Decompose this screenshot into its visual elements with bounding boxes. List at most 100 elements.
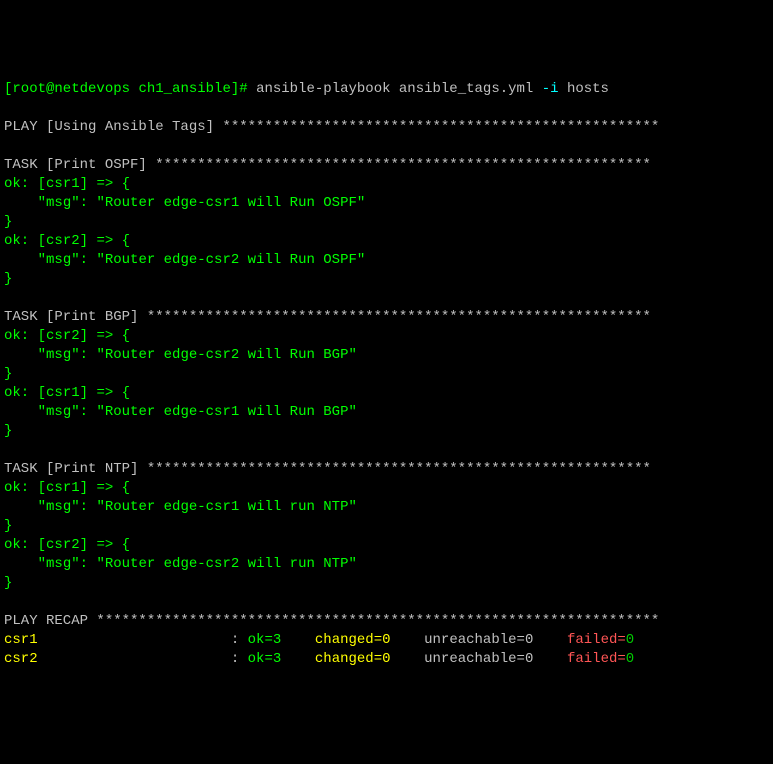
msg-quote-close: " [357, 195, 365, 211]
prompt-close: ]# [231, 81, 248, 97]
ok-host-close: ] [80, 233, 88, 249]
recap-failed-val: 0 [626, 651, 634, 667]
ok-host-close: ] [80, 176, 88, 192]
ok-host: [ [38, 480, 46, 496]
msg-value: Router edge-csr2 will run NTP [105, 556, 349, 572]
msg-quote-close: " [348, 347, 356, 363]
terminal-output: [root@netdevops ch1_ansible]# ansible-pl… [4, 80, 769, 669]
recap-ok-val: 3 [273, 651, 281, 667]
host-name: csr2 [46, 537, 80, 553]
arrow: => [96, 233, 113, 249]
ok-host: [ [38, 328, 46, 344]
msg-value: Router edge-csr1 will Run OSPF [105, 195, 357, 211]
ok-host-close: ] [80, 328, 88, 344]
task-header-ntp: TASK [Print NTP] [4, 461, 138, 477]
recap-host: csr2 [4, 651, 38, 667]
task-stars: ****************************************… [155, 157, 651, 173]
task-header-ospf: TASK [Print OSPF] [4, 157, 147, 173]
recap-changed-val: 0 [382, 651, 390, 667]
close-brace: } [4, 423, 12, 439]
open-brace: { [122, 480, 130, 496]
msg-key: "msg": [38, 499, 88, 515]
command-text: ansible-playbook ansible_tags.yml [256, 81, 533, 97]
recap-unreach-val: 0 [525, 632, 533, 648]
recap-stars: ****************************************… [96, 613, 659, 629]
task-stars: ****************************************… [147, 461, 651, 477]
msg-key: "msg": [38, 195, 88, 211]
msg-quote: " [96, 195, 104, 211]
recap-label: PLAY RECAP [4, 613, 88, 629]
host-name: csr1 [46, 480, 80, 496]
close-brace: } [4, 518, 12, 534]
ok-host-close: ] [80, 385, 88, 401]
ok-host: [ [38, 385, 46, 401]
task-stars: ****************************************… [147, 309, 651, 325]
ok-host: [ [38, 233, 46, 249]
msg-quote-close: " [348, 499, 356, 515]
msg-key: "msg": [38, 404, 88, 420]
arrow: => [96, 385, 113, 401]
ok-host-close: ] [80, 480, 88, 496]
msg-quote-close: " [348, 404, 356, 420]
close-brace: } [4, 271, 12, 287]
recap-changed-label: changed= [315, 632, 382, 648]
open-brace: { [122, 233, 130, 249]
open-brace: { [122, 385, 130, 401]
recap-unreach-label: unreachable= [424, 632, 525, 648]
msg-quote: " [96, 347, 104, 363]
recap-ok-val: 3 [273, 632, 281, 648]
recap-failed-label: failed= [567, 651, 626, 667]
ok-prefix: ok: [4, 385, 29, 401]
ok-prefix: ok: [4, 537, 29, 553]
play-stars: ****************************************… [222, 119, 659, 135]
msg-quote-close: " [357, 252, 365, 268]
command-arg: hosts [567, 81, 609, 97]
close-brace: } [4, 575, 12, 591]
recap-failed-label: failed= [567, 632, 626, 648]
recap-ok-label: ok= [248, 651, 273, 667]
host-name: csr2 [46, 328, 80, 344]
msg-quote: " [96, 404, 104, 420]
command-flag: -i [542, 81, 559, 97]
recap-changed-label: changed= [315, 651, 382, 667]
recap-failed-val: 0 [626, 632, 634, 648]
ok-prefix: ok: [4, 233, 29, 249]
ok-host: [ [38, 176, 46, 192]
arrow: => [96, 328, 113, 344]
recap-unreach-val: 0 [525, 651, 533, 667]
task-header-bgp: TASK [Print BGP] [4, 309, 138, 325]
msg-key: "msg": [38, 556, 88, 572]
play-header: PLAY [Using Ansible Tags] [4, 119, 214, 135]
recap-unreach-label: unreachable= [424, 651, 525, 667]
arrow: => [96, 537, 113, 553]
arrow: => [96, 176, 113, 192]
host-name: csr1 [46, 385, 80, 401]
ok-host-close: ] [80, 537, 88, 553]
ok-prefix: ok: [4, 328, 29, 344]
open-brace: { [122, 176, 130, 192]
host-name: csr2 [46, 233, 80, 249]
msg-value: Router edge-csr1 will run NTP [105, 499, 349, 515]
host-name: csr1 [46, 176, 80, 192]
ok-prefix: ok: [4, 176, 29, 192]
prompt-user-host: [root@netdevops [4, 81, 130, 97]
msg-value: Router edge-csr2 will Run BGP [105, 347, 349, 363]
prompt-cwd: ch1_ansible [138, 81, 230, 97]
close-brace: } [4, 366, 12, 382]
open-brace: { [122, 537, 130, 553]
msg-quote: " [96, 499, 104, 515]
recap-ok-label: ok= [248, 632, 273, 648]
close-brace: } [4, 214, 12, 230]
msg-quote: " [96, 252, 104, 268]
open-brace: { [122, 328, 130, 344]
ok-prefix: ok: [4, 480, 29, 496]
msg-key: "msg": [38, 347, 88, 363]
arrow: => [96, 480, 113, 496]
recap-changed-val: 0 [382, 632, 390, 648]
recap-host: csr1 [4, 632, 38, 648]
msg-quote-close: " [348, 556, 356, 572]
msg-key: "msg": [38, 252, 88, 268]
ok-host: [ [38, 537, 46, 553]
msg-quote: " [96, 556, 104, 572]
msg-value: Router edge-csr2 will Run OSPF [105, 252, 357, 268]
